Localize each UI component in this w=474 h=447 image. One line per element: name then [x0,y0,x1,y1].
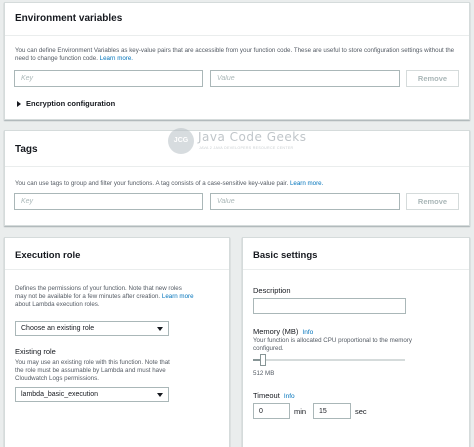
chevron-down-icon [157,327,163,331]
watermark-logo-icon: JCG [168,128,194,154]
tags-description-text: You can use tags to group and filter you… [15,180,289,187]
memory-slider-fill [253,359,260,361]
environment-variables-description-text: You can define Environment Variables as … [15,47,455,62]
timeout-seconds-unit: sec [355,407,367,416]
execution-role-description: Defines the permissions of your function… [15,285,195,309]
execution-role-header: Execution role [5,238,229,270]
timeout-minutes-input[interactable] [253,403,290,419]
memory-slider-track [253,359,405,361]
env-key-input[interactable] [14,70,203,87]
chevron-down-icon [157,393,163,397]
environment-variables-title: Environment variables [15,13,123,24]
timeout-info-link[interactable]: Info [284,393,295,400]
watermark-logo-text: JCG [173,137,189,144]
tags-description: You can use tags to group and filter you… [15,180,460,188]
environment-variables-panel: Environment variables You can define Env… [4,2,470,120]
watermark-tagline: JAVA 2 JAVA DEVELOPERS RESOURCE CENTER [199,146,294,150]
env-remove-button[interactable]: Remove [406,70,459,87]
existing-role-help: You may use an existing role with this f… [15,359,170,382]
tag-remove-button[interactable]: Remove [406,193,459,210]
environment-variables-header: Environment variables [5,3,469,36]
encryption-configuration-label: Encryption configuration [26,99,116,108]
tag-key-input[interactable] [14,193,203,210]
execution-role-panel: Execution role Defines the permissions o… [4,237,230,447]
encryption-configuration-toggle[interactable]: Encryption configuration [17,99,115,108]
environment-variables-description: You can define Environment Variables as … [15,47,460,63]
execution-role-description-suffix: about Lambda execution roles. [15,301,100,308]
existing-role-value: lambda_basic_execution [21,391,99,398]
memory-info-link[interactable]: Info [302,329,313,336]
memory-slider[interactable] [253,354,405,366]
basic-settings-title: Basic settings [253,250,318,261]
memory-label: Memory (MB) [253,327,299,336]
timeout-label-row: Timeout Info [253,391,295,400]
description-input[interactable] [253,298,406,314]
timeout-label: Timeout [253,391,280,400]
basic-settings-panel: Basic settings Description Memory (MB) In… [242,237,470,447]
environment-variables-learn-more-link[interactable]: Learn more. [100,55,133,62]
tag-value-input[interactable] [210,193,400,210]
timeout-minutes-unit: min [294,407,307,416]
execution-role-description-text: Defines the permissions of your function… [15,285,182,300]
execution-role-learn-more-link[interactable]: Learn more [162,293,194,300]
role-choice-select[interactable]: Choose an existing role [15,321,169,336]
watermark-brand: Java Code Geeks [198,130,307,144]
timeout-seconds-input[interactable] [313,403,351,419]
existing-role-select[interactable]: lambda_basic_execution [15,387,169,402]
caret-right-icon [17,101,21,108]
memory-value: 512 MB [253,370,275,377]
tags-learn-more-link[interactable]: Learn more. [290,180,323,187]
existing-role-label: Existing role [15,347,56,356]
execution-role-title: Execution role [15,250,81,261]
memory-label-row: Memory (MB) Info [253,327,313,336]
env-value-input[interactable] [210,70,400,87]
basic-settings-header: Basic settings [243,238,469,270]
role-choice-value: Choose an existing role [21,325,95,332]
memory-slider-thumb[interactable] [260,354,266,366]
description-label: Description [253,286,291,295]
watermark: JCG Java Code Geeks JAVA 2 JAVA DEVELOPE… [168,128,318,158]
memory-help: Your function is allocated CPU proportio… [253,337,413,352]
